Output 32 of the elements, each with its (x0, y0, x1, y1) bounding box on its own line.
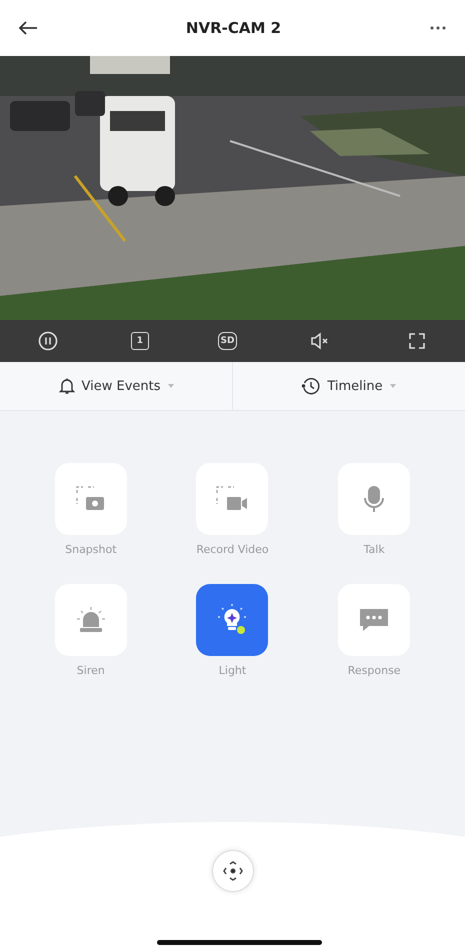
microphone-icon (362, 484, 386, 514)
camera-title: NVR-CAM 2 (186, 19, 282, 37)
snapshot-icon (74, 485, 107, 513)
action-label: Record Video (196, 543, 269, 556)
action-label: Siren (76, 664, 105, 677)
action-button[interactable] (54, 584, 127, 656)
dropdown-tab[interactable]: View Events (0, 362, 232, 410)
channel-button[interactable]: 1 (130, 332, 149, 350)
back-button[interactable] (18, 20, 38, 36)
action-label: Light (218, 664, 246, 677)
action-button[interactable] (54, 463, 127, 535)
action-button[interactable] (196, 584, 268, 656)
back-arrow-icon (18, 20, 38, 36)
action-label: Talk (364, 543, 385, 556)
quality-button[interactable]: SD (218, 332, 238, 350)
siren-icon (74, 605, 107, 635)
more-icon (429, 25, 447, 31)
pause-icon (38, 331, 58, 351)
direction-control-icon (222, 860, 244, 882)
bell-icon (58, 377, 76, 395)
dropdown-tab[interactable]: Timeline (232, 362, 465, 410)
action-button[interactable] (338, 584, 410, 656)
action-label: Snapshot (65, 543, 117, 556)
action-label: Response (348, 664, 401, 677)
caret-icon (166, 383, 174, 389)
action-button[interactable] (338, 463, 410, 535)
caret-icon (388, 383, 397, 389)
fullscreen-icon (406, 331, 427, 351)
action-button[interactable] (196, 463, 268, 535)
more-button[interactable] (429, 25, 447, 31)
history-clock-icon (301, 376, 322, 396)
video-camera-icon (215, 485, 250, 513)
